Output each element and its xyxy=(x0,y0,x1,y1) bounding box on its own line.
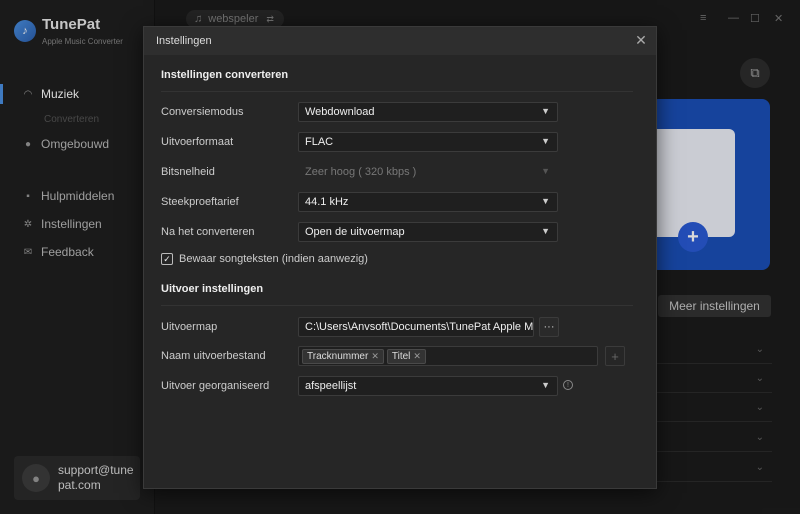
bitrate-value: Zeer hoog ( 320 kbps ) xyxy=(305,166,417,178)
samplerate-label: Steekproeftarief xyxy=(161,196,239,208)
tag-titel[interactable]: Titel ✕ xyxy=(386,348,426,364)
section-title-output: Uitvoer instellingen xyxy=(161,283,264,295)
after-convert-value: Open de uitvoermap xyxy=(305,226,405,238)
output-folder-input[interactable]: C:\Users\Anvsoft\Documents\TunePat Apple… xyxy=(298,317,534,337)
tag-label: Tracknummer xyxy=(307,350,369,362)
samplerate-select[interactable]: 44.1 kHz ▼ xyxy=(298,192,558,212)
samplerate-value: 44.1 kHz xyxy=(305,196,349,208)
tag-tracknummer[interactable]: Tracknummer ✕ xyxy=(302,348,384,364)
dialog-header: Instellingen ✕ xyxy=(144,27,656,55)
chevron-down-icon: ▼ xyxy=(541,380,550,390)
mode-select[interactable]: Webdownload ▼ xyxy=(298,102,558,122)
file-name-tags[interactable]: Tracknummer ✕ Titel ✕ xyxy=(298,346,598,366)
close-icon[interactable]: ✕ xyxy=(634,33,648,47)
output-folder-label: Uitvoermap xyxy=(161,321,218,333)
settings-dialog: Instellingen ✕ Instellingen converteren … xyxy=(143,26,657,489)
info-icon[interactable]: ! xyxy=(563,380,573,390)
bitrate-label: Bitsnelheid xyxy=(161,166,215,178)
mode-label: Conversiemodus xyxy=(161,106,244,118)
organized-value: afspeellijst xyxy=(305,380,357,392)
keep-lyrics-checkbox[interactable]: ✓ xyxy=(161,253,173,265)
tag-label: Titel xyxy=(391,350,411,362)
organized-select[interactable]: afspeellijst ▼ xyxy=(298,376,558,396)
file-name-label: Naam uitvoerbestand xyxy=(161,350,266,362)
divider xyxy=(161,305,633,306)
add-tag-button[interactable]: + xyxy=(605,346,625,366)
chevron-down-icon: ▼ xyxy=(541,166,550,176)
after-convert-label: Na het converteren xyxy=(161,226,255,238)
dialog-title: Instellingen xyxy=(156,35,212,47)
keep-lyrics-label[interactable]: Bewaar songteksten (indien aanwezig) xyxy=(179,253,368,265)
chevron-down-icon: ▼ xyxy=(541,196,550,206)
chevron-down-icon: ▼ xyxy=(541,106,550,116)
chevron-down-icon: ▼ xyxy=(541,226,550,236)
format-select[interactable]: FLAC ▼ xyxy=(298,132,558,152)
bitrate-select: Zeer hoog ( 320 kbps ) ▼ xyxy=(298,162,558,182)
format-value: FLAC xyxy=(305,136,334,148)
mode-value: Webdownload xyxy=(305,106,375,118)
format-label: Uitvoerformaat xyxy=(161,136,234,148)
browse-folder-button[interactable]: ··· xyxy=(539,317,559,337)
after-convert-select[interactable]: Open de uitvoermap ▼ xyxy=(298,222,558,242)
organized-label: Uitvoer georganiseerd xyxy=(161,380,270,392)
section-title-convert: Instellingen converteren xyxy=(161,69,289,81)
divider xyxy=(161,91,633,92)
remove-tag-icon[interactable]: ✕ xyxy=(413,351,421,362)
remove-tag-icon[interactable]: ✕ xyxy=(371,351,379,362)
chevron-down-icon: ▼ xyxy=(541,136,550,146)
